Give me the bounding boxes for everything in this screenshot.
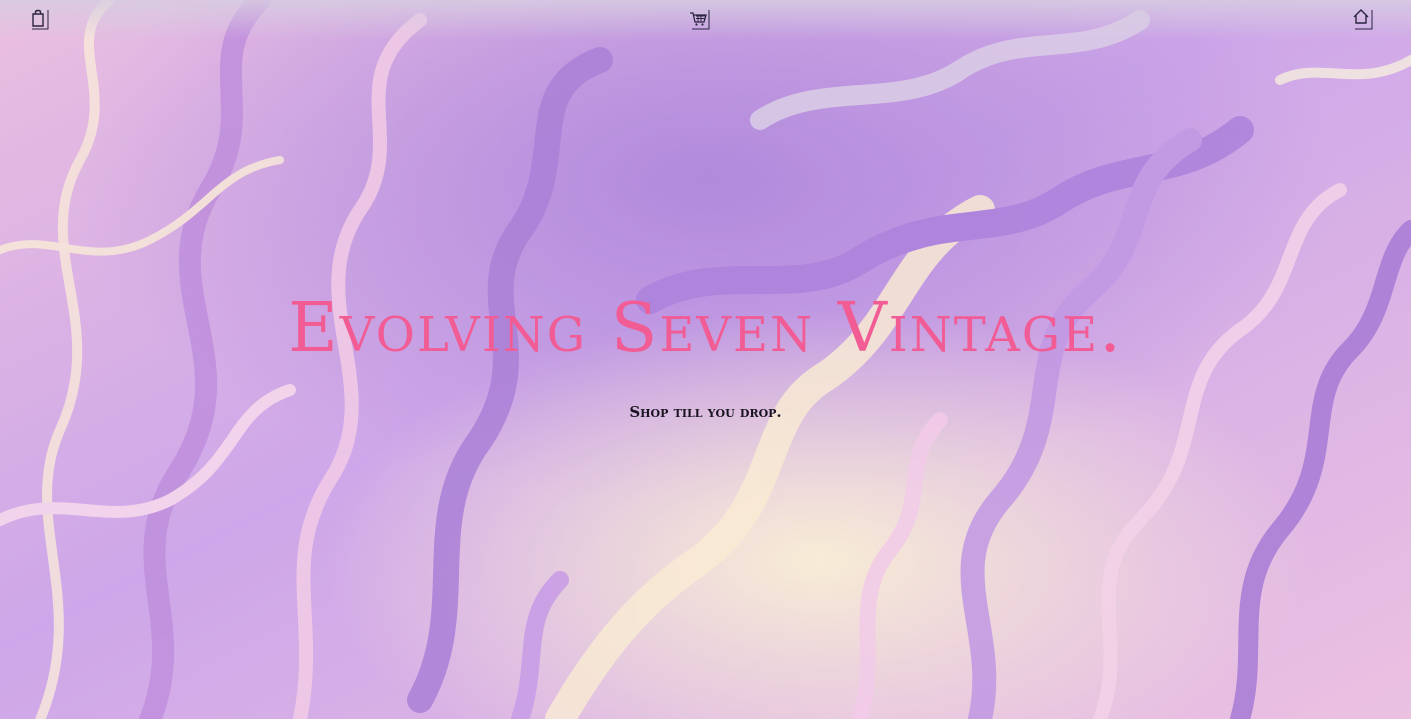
hero-subtitle: Shop till you drop.	[629, 403, 782, 421]
hero-title: Evolving Seven Vintage.	[288, 289, 1123, 368]
shopping-bag-icon[interactable]	[28, 6, 52, 30]
shopping-cart-icon[interactable]	[688, 6, 712, 30]
home-icon[interactable]	[1351, 6, 1375, 30]
